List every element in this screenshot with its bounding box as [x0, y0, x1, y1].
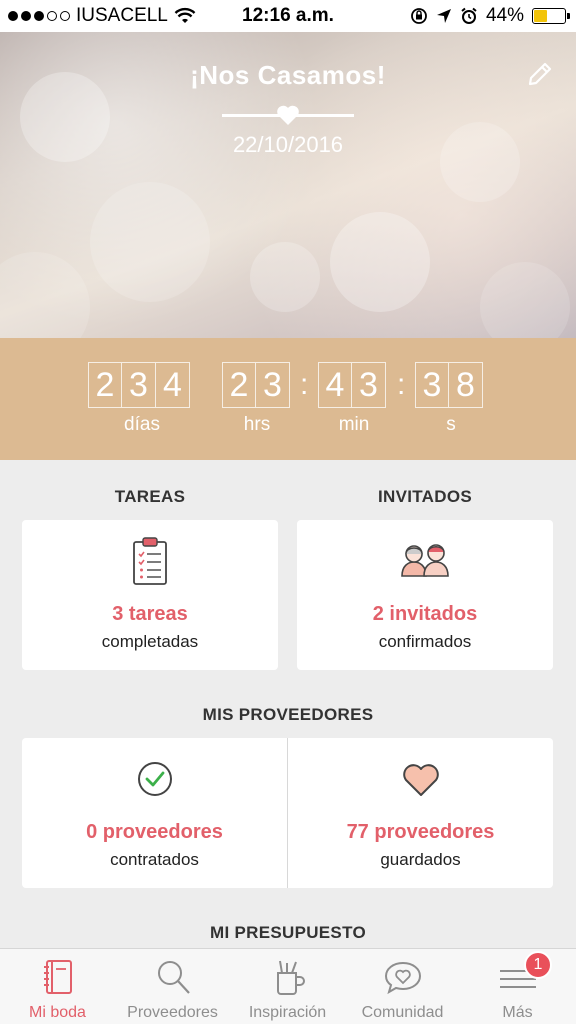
- countdown-digit: 4: [318, 362, 352, 408]
- guardados-count: 77 proveedores: [346, 821, 495, 843]
- presupuesto-title: MI PRESUPUESTO: [210, 923, 366, 942]
- notification-badge: 1: [524, 951, 552, 979]
- minutes-label: min: [338, 414, 370, 435]
- tab-label: Inspiración: [248, 1004, 327, 1021]
- tab-proveedores[interactable]: Proveedores: [115, 949, 230, 1024]
- tab-mi-boda[interactable]: Mi boda: [0, 949, 115, 1024]
- countdown-digit: 3: [256, 362, 290, 408]
- tab-label: Más: [502, 1004, 533, 1021]
- location-icon: [436, 9, 451, 23]
- chat-heart-icon: [384, 961, 421, 995]
- countdown-minutes: 4 3: [318, 362, 386, 408]
- colon-separator: :: [300, 368, 309, 401]
- divider-heart-icon: [277, 105, 299, 125]
- days-label: días: [124, 414, 160, 435]
- countdown-digit: 2: [88, 362, 122, 408]
- tab-label: Proveedores: [127, 1004, 218, 1021]
- tab-label: Comunidad: [361, 1004, 444, 1021]
- proveedores-contratados[interactable]: 0 proveedores contratados: [22, 738, 287, 888]
- heart-icon: [402, 764, 439, 796]
- invitados-sub: confirmados: [378, 632, 472, 651]
- contratados-sub: contratados: [110, 850, 199, 869]
- countdown-hours: 2 3: [222, 362, 290, 408]
- heart-divider: [222, 105, 354, 125]
- colon-separator: :: [397, 368, 406, 401]
- guardados-sub: guardados: [380, 850, 461, 869]
- countdown-panel: 2 3 4 2 3 : 4 3 : 3 8 días hrs min s: [0, 338, 576, 460]
- countdown-digit: 3: [122, 362, 156, 408]
- notebook-icon: [43, 960, 72, 994]
- wedding-date: 22/10/2016: [232, 132, 344, 157]
- tareas-count: 3 tareas: [112, 603, 188, 625]
- tab-comunidad[interactable]: Comunidad: [345, 949, 460, 1024]
- tab-inspiracion[interactable]: Inspiración: [230, 949, 345, 1024]
- seconds-label: s: [446, 414, 456, 435]
- hero-banner: ¡Nos Casamos! 22/10/2016: [0, 32, 576, 338]
- search-icon: [157, 961, 190, 994]
- countdown-digit: 8: [449, 362, 483, 408]
- tareas-card[interactable]: 3 tareas completadas: [22, 520, 278, 670]
- countdown-digit: 2: [222, 362, 256, 408]
- countdown-digit: 3: [352, 362, 386, 408]
- pencil-icon[interactable]: [526, 60, 554, 88]
- battery-level: [534, 10, 548, 22]
- tab-label: Mi boda: [29, 1004, 86, 1021]
- invitados-count: 2 invitados: [372, 603, 478, 625]
- countdown-digit: 4: [156, 362, 190, 408]
- proveedores-guardados[interactable]: 77 proveedores guardados: [288, 738, 553, 888]
- invitados-card[interactable]: 2 invitados confirmados: [297, 520, 553, 670]
- countdown-digit: 3: [415, 362, 449, 408]
- invitados-title: INVITADOS: [377, 487, 472, 506]
- rotation-lock-icon: [411, 8, 427, 24]
- tab-bar: Mi boda Proveedores Inspiración Comunida…: [0, 948, 576, 1024]
- clipboard-checklist-icon: [133, 537, 167, 585]
- check-circle-icon: [137, 762, 172, 796]
- countdown-days: 2 3 4: [88, 362, 190, 408]
- proveedores-card: 0 proveedores contratados 77 proveedores…: [22, 738, 553, 888]
- tab-mas[interactable]: 1 Más: [460, 949, 575, 1024]
- status-bar: IUSACELL 12:16 a.m. 44%: [0, 0, 576, 32]
- proveedores-title: MIS PROVEEDORES: [202, 705, 374, 724]
- guests-icon: [401, 544, 449, 577]
- inspiration-cup-icon: [276, 960, 305, 995]
- status-bar-right: 44%: [410, 5, 570, 27]
- countdown-seconds: 3 8: [415, 362, 483, 408]
- tareas-title: TAREAS: [114, 487, 186, 506]
- contratados-count: 0 proveedores: [86, 821, 223, 843]
- alarm-icon: [461, 7, 477, 24]
- wedding-title: ¡Nos Casamos!: [190, 60, 386, 90]
- hours-label: hrs: [243, 414, 271, 435]
- tareas-sub: completadas: [101, 632, 199, 651]
- battery-percent: 44%: [485, 5, 524, 26]
- battery-icon: [532, 8, 570, 24]
